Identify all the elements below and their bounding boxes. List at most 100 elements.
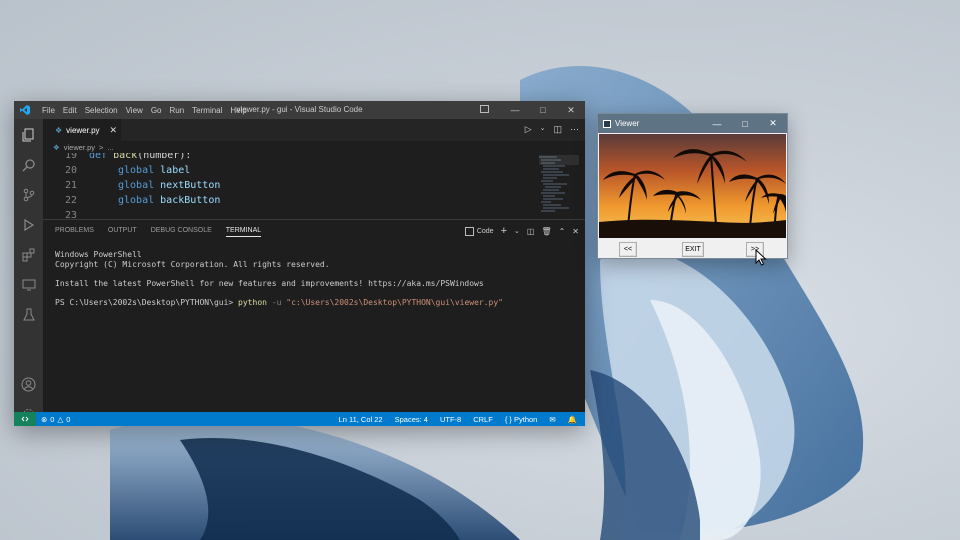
tab-label: viewer.py bbox=[66, 125, 100, 135]
viewer-maximize-button[interactable]: □ bbox=[731, 114, 759, 133]
terminal-prompt: PS C:\Users\2002s\Desktop\PYTHON\gui> bbox=[55, 298, 234, 307]
terminal-profile-label[interactable]: Code bbox=[477, 228, 494, 235]
line-ending[interactable]: CRLF bbox=[473, 415, 493, 424]
editor-tabs: ❖ viewer.py ✕ ▷ ⌄ ◫ ⋯ bbox=[43, 119, 585, 141]
terminal-command: python bbox=[238, 298, 267, 307]
code-line: 20 global label bbox=[43, 165, 543, 180]
chevron-down-icon[interactable]: ⌄ bbox=[540, 124, 546, 135]
terminal-profile-icon bbox=[464, 226, 474, 236]
chevron-down-icon[interactable]: ⌄ bbox=[514, 227, 520, 235]
mouse-cursor-icon bbox=[755, 249, 767, 266]
terminal-prompt-line: PS C:\Users\2002s\Desktop\PYTHON\gui> py… bbox=[55, 298, 503, 308]
tab-close-icon[interactable]: ✕ bbox=[110, 125, 118, 136]
line-number: 23 bbox=[64, 210, 77, 219]
viewer-title: Viewer bbox=[615, 119, 640, 128]
viewer-window: Viewer — □ ✕ << EXIT >> bbox=[597, 113, 788, 259]
tab-output[interactable]: OUTPUT bbox=[108, 227, 137, 237]
menu-edit[interactable]: Edit bbox=[59, 106, 81, 115]
activity-bar bbox=[14, 119, 43, 420]
remote-indicator-icon[interactable] bbox=[14, 412, 36, 426]
line-number: 22 bbox=[64, 195, 77, 206]
menu-go[interactable]: Go bbox=[147, 106, 166, 115]
breadcrumb-sep: > bbox=[99, 143, 104, 152]
braces-icon: { } bbox=[504, 414, 512, 424]
close-panel-icon[interactable]: ✕ bbox=[572, 227, 579, 236]
code-editor[interactable]: 19 def back(number): 20 global label 21 … bbox=[43, 153, 585, 219]
terminal-line: Copyright (C) Microsoft Corporation. All… bbox=[55, 260, 330, 269]
trash-icon[interactable]: 🗑 bbox=[541, 227, 551, 236]
remote-explorer-icon[interactable] bbox=[21, 277, 36, 292]
back-button[interactable]: << bbox=[619, 242, 637, 257]
more-actions-icon[interactable]: ⋯ bbox=[570, 124, 579, 135]
python-file-icon: ❖ bbox=[53, 143, 60, 152]
vscode-titlebar: File Edit Selection View Go Run Terminal… bbox=[14, 101, 585, 119]
extensions-icon[interactable] bbox=[21, 247, 36, 262]
close-button[interactable]: ✕ bbox=[557, 101, 585, 119]
problems-status[interactable]: ⊗ 0 △ 0 bbox=[41, 415, 70, 424]
run-file-icon[interactable]: ▷ bbox=[525, 124, 532, 135]
explorer-icon[interactable] bbox=[21, 127, 36, 142]
line-number: 21 bbox=[64, 180, 77, 191]
code-text: global label bbox=[118, 165, 191, 176]
maximize-button[interactable]: □ bbox=[529, 101, 557, 119]
menu-selection[interactable]: Selection bbox=[81, 106, 122, 115]
vscode-window: File Edit Selection View Go Run Terminal… bbox=[14, 101, 585, 426]
chevron-up-icon[interactable]: ⌃ bbox=[559, 227, 566, 236]
notifications-bell-icon[interactable]: 🔔 bbox=[568, 415, 577, 424]
code-line: 23 bbox=[43, 210, 543, 219]
viewer-minimize-button[interactable]: — bbox=[703, 114, 731, 133]
breadcrumb-file[interactable]: viewer.py bbox=[64, 143, 95, 152]
minimize-button[interactable]: — bbox=[501, 101, 529, 119]
code-line: 21 global nextButton bbox=[43, 180, 543, 195]
cursor-position[interactable]: Ln 11, Col 22 bbox=[339, 415, 383, 424]
menu-bar: File Edit Selection View Go Run Terminal… bbox=[38, 106, 251, 115]
code-line: 22 global backButton bbox=[43, 195, 543, 210]
menu-view[interactable]: View bbox=[122, 106, 147, 115]
code-text: global backButton bbox=[118, 195, 221, 206]
viewer-titlebar: Viewer — □ ✕ bbox=[598, 114, 787, 133]
tab-debug-console[interactable]: DEBUG CONSOLE bbox=[151, 227, 212, 237]
account-icon[interactable] bbox=[21, 377, 36, 392]
terminal-output[interactable]: Windows PowerShell Copyright (C) Microso… bbox=[55, 250, 503, 308]
tab-problems[interactable]: PROBLEMS bbox=[55, 227, 94, 237]
status-bar: ⊗ 0 △ 0 Ln 11, Col 22 Spaces: 4 UTF-8 CR… bbox=[14, 412, 585, 426]
feedback-icon[interactable]: ✉ bbox=[549, 415, 555, 424]
vscode-logo-icon bbox=[18, 101, 32, 119]
terminal-line: Windows PowerShell bbox=[55, 250, 142, 259]
palm-sunset-image bbox=[599, 134, 786, 238]
encoding[interactable]: UTF-8 bbox=[440, 415, 461, 424]
line-number: 20 bbox=[64, 165, 77, 176]
python-file-icon: ❖ bbox=[55, 125, 63, 135]
breadcrumb: ❖ viewer.py > ... bbox=[53, 143, 114, 152]
indentation[interactable]: Spaces: 4 bbox=[395, 415, 428, 424]
menu-terminal[interactable]: Terminal bbox=[188, 106, 226, 115]
language-mode[interactable]: { } Python bbox=[505, 415, 538, 424]
layout-toggle-icon[interactable] bbox=[480, 105, 489, 113]
terminal-panel: PROBLEMS OUTPUT DEBUG CONSOLE TERMINAL C… bbox=[43, 219, 585, 413]
breadcrumb-more[interactable]: ... bbox=[107, 143, 113, 152]
testing-flask-icon[interactable] bbox=[21, 307, 36, 322]
language-label: Python bbox=[514, 414, 538, 424]
menu-run[interactable]: Run bbox=[165, 106, 188, 115]
terminal-line: Install the latest PowerShell for new fe… bbox=[55, 279, 484, 288]
tab-viewer-py[interactable]: ❖ viewer.py ✕ bbox=[43, 119, 121, 141]
menu-file[interactable]: File bbox=[38, 106, 59, 115]
code-text: global nextButton bbox=[118, 180, 221, 191]
exit-button[interactable]: EXIT bbox=[682, 242, 704, 257]
error-count: 0 bbox=[50, 414, 55, 424]
run-debug-icon[interactable] bbox=[21, 217, 36, 232]
split-terminal-icon[interactable]: ◫ bbox=[527, 227, 535, 236]
viewer-close-button[interactable]: ✕ bbox=[759, 114, 787, 133]
terminal-argument: "c:\Users\2002s\Desktop\PYTHON\gui\viewe… bbox=[286, 298, 503, 307]
app-icon bbox=[603, 119, 611, 128]
code-text: def back(number): bbox=[89, 153, 192, 161]
code-line: 19 def back(number): bbox=[43, 153, 543, 165]
new-terminal-icon[interactable]: + bbox=[501, 225, 507, 237]
split-editor-icon[interactable]: ◫ bbox=[553, 124, 562, 135]
panel-tabs: PROBLEMS OUTPUT DEBUG CONSOLE TERMINAL bbox=[55, 227, 262, 237]
menu-help[interactable]: Help bbox=[226, 106, 250, 115]
search-icon[interactable] bbox=[21, 157, 36, 172]
tab-terminal[interactable]: TERMINAL bbox=[225, 227, 262, 237]
minimap[interactable] bbox=[539, 155, 579, 219]
source-control-icon[interactable] bbox=[21, 187, 36, 202]
